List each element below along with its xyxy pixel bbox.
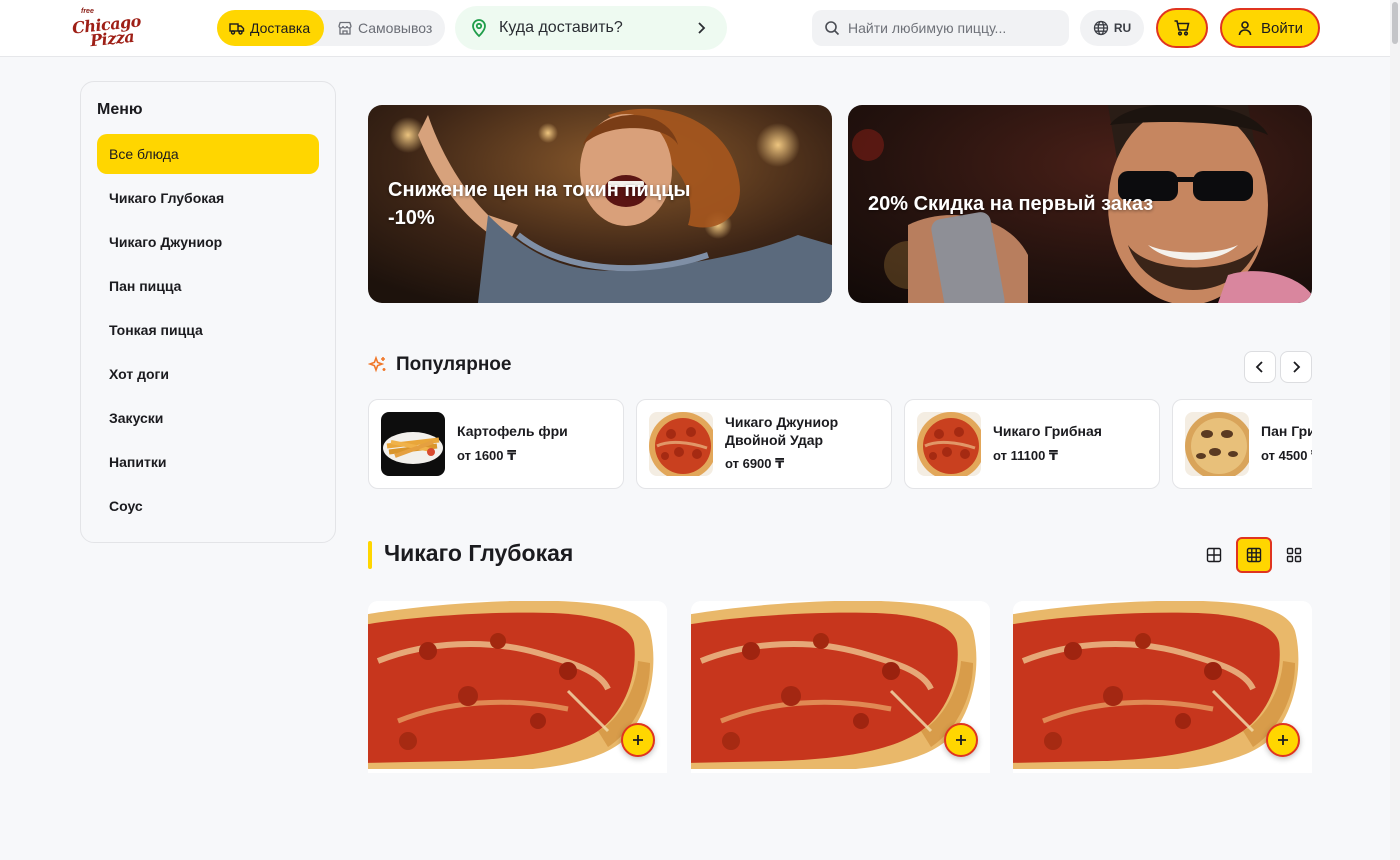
sidebar-item-chicago-junior[interactable]: Чикаго Джуниор [97,222,319,262]
grid-tiles-icon [1286,547,1302,563]
top-header: free Chicago Pizza Доставка Самовывоз Ку… [0,0,1400,57]
popular-item-image-pizza [917,412,981,476]
product-card[interactable] [1013,601,1312,773]
search-icon [825,21,840,36]
popular-item-price: от 1600 ₸ [457,448,517,463]
cart-icon [1174,20,1190,36]
popular-item-name: Картофель фри [457,423,568,439]
logo-line-2: Pizza [89,26,136,51]
popular-carousel: Картофель фри от 1600 ₸ Чикаго Джуниор Д… [368,399,1312,489]
product-card[interactable] [691,601,990,773]
sidebar-item-pan-pizza[interactable]: Пан пицца [97,266,319,306]
login-button[interactable]: Войти [1220,8,1320,48]
popular-item-image-pizza [1185,412,1249,476]
store-icon [338,21,352,35]
user-icon [1238,21,1252,36]
popular-item[interactable]: Чикаго Грибная от 11100 ₸ [904,399,1160,489]
banner-discount-text: Снижение цен на токин пиццы -10% [388,176,690,232]
sidebar-item-hot-dogs[interactable]: Хот доги [97,354,319,394]
plus-icon [1278,735,1288,745]
logo-small-text: free [81,8,94,15]
search-box [812,10,1069,46]
view-small-grid-button[interactable] [1276,537,1312,573]
cart-button[interactable] [1156,8,1208,48]
popular-item-price: от 6900 ₸ [725,456,785,471]
popular-item-name: Чикаго Грибная [993,423,1102,439]
pickup-button[interactable]: Самовывоз [335,10,439,46]
sidebar-item-thin-pizza[interactable]: Тонкая пицца [97,310,319,350]
sparkle-icon [368,355,386,373]
delivery-label: Доставка [250,20,311,36]
sidebar-item-snacks[interactable]: Закуски [97,398,319,438]
popular-next-button[interactable] [1280,351,1312,383]
delivery-address-button[interactable]: Куда доставить? [455,6,727,50]
chevron-right-icon [1293,361,1301,373]
popular-item-image-fries [381,412,445,476]
grid-3x3-icon [1246,547,1262,563]
scrollbar-thumb[interactable] [1392,2,1398,44]
location-pin-icon [472,19,486,38]
menu-title: Меню [97,101,143,118]
section-accent-bar [368,541,372,569]
popular-item-price: от 4500 ₸ [1261,448,1312,463]
search-input[interactable] [848,20,1058,36]
add-to-cart-button[interactable] [944,723,978,757]
delivery-mode-switch: Доставка Самовывоз [217,10,445,46]
popular-item-name: Чикаго Джуниор Двойной Удар [725,414,839,448]
plus-icon [633,735,643,745]
pickup-label: Самовывоз [358,20,433,36]
grid-2x2-icon [1206,547,1222,563]
popular-title: Популярное [396,354,512,375]
popular-item-image-pizza [649,412,713,476]
popular-item-name: Пан Грибная [1261,423,1312,439]
truck-icon [229,23,245,35]
banner-discount-line-1: Снижение цен на токин пиццы [388,179,691,201]
sidebar-item-all[interactable]: Все блюда [97,134,319,174]
product-card[interactable] [368,601,667,773]
plus-icon [956,735,966,745]
banner-discount-line-2: -10% [388,207,435,229]
sidebar-item-chicago-deep[interactable]: Чикаго Глубокая [97,178,319,218]
promo-banner-discount[interactable]: Снижение цен на токин пиццы -10% [368,105,832,303]
page-scrollbar[interactable] [1390,0,1400,860]
sidebar-item-sauce[interactable]: Соус [97,486,319,526]
logo[interactable]: free Chicago Pizza [70,6,142,51]
language-label: RU [1113,21,1132,35]
promo-banner-first-order[interactable]: 20% Скидка на первый заказ [848,105,1312,303]
language-selector[interactable]: RU [1080,10,1144,46]
sidebar-item-drinks[interactable]: Напитки [97,442,319,482]
delivery-button[interactable]: Доставка [217,10,324,46]
globe-icon [1093,20,1108,36]
popular-item[interactable]: Чикаго Джуниор Двойной Удар от 6900 ₸ [636,399,892,489]
menu-sidebar: Меню Все блюда Чикаго Глубокая Чикаго Дж… [80,81,336,543]
add-to-cart-button[interactable] [1266,723,1300,757]
popular-item-price: от 11100 ₸ [993,448,1058,463]
add-to-cart-button[interactable] [621,723,655,757]
popular-item[interactable]: Пан Грибная от 4500 ₸ [1172,399,1312,489]
chevron-left-icon [1255,361,1263,373]
popular-item[interactable]: Картофель фри от 1600 ₸ [368,399,624,489]
popular-prev-button[interactable] [1244,351,1276,383]
view-medium-grid-button[interactable] [1236,537,1272,573]
popular-heading: Популярное [368,354,511,376]
banner-first-order-text: 20% Скидка на первый заказ [868,193,1154,215]
login-label: Войти [1261,19,1303,37]
view-large-grid-button[interactable] [1196,537,1232,573]
section-title: Чикаго Глубокая [384,540,574,566]
address-label: Куда доставить? [499,19,623,36]
chevron-right-icon [698,22,706,34]
